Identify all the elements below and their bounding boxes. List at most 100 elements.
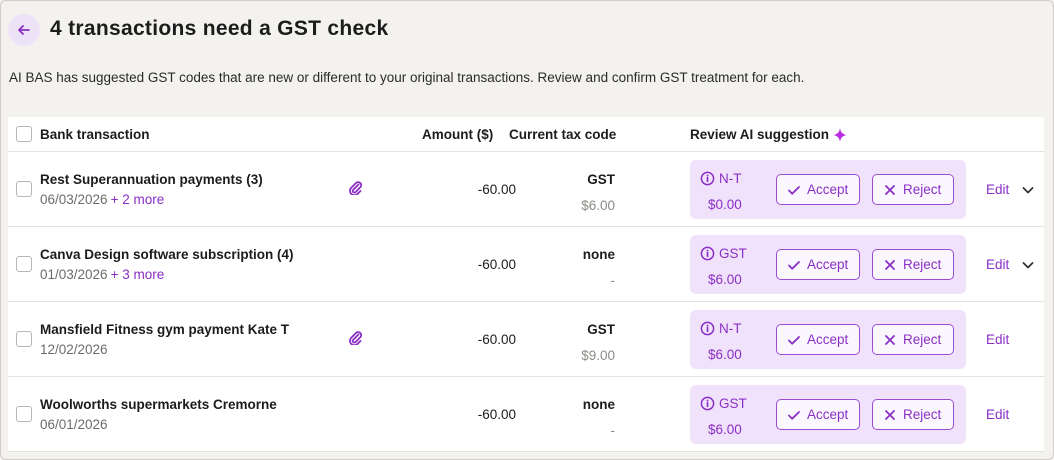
ai-suggested-amount: $6.00 (708, 422, 742, 437)
arrow-left-icon (18, 25, 30, 35)
accept-button[interactable]: Accept (776, 324, 860, 355)
chevron-down-icon[interactable] (1021, 183, 1035, 197)
page-subtitle: AI BAS has suggested GST codes that are … (9, 70, 805, 85)
check-icon (788, 185, 800, 195)
ai-suggestion-panel: N-T $0.00 Accept Reject (690, 160, 966, 219)
transaction-name: Mansfield Fitness gym payment Kate T (40, 322, 290, 337)
ai-suggested-amount: $6.00 (708, 272, 742, 287)
ai-suggestion-panel: GST $6.00 Accept Reject (690, 385, 966, 444)
chevron-down-icon[interactable] (1021, 258, 1035, 272)
transaction-amount: -60.00 (477, 332, 516, 347)
edit-link[interactable]: Edit (986, 182, 1009, 197)
check-icon (788, 410, 800, 420)
reject-button[interactable]: Reject (872, 324, 954, 355)
ai-suggested-code: N-T (700, 171, 742, 186)
ai-suggestion-panel: GST $6.00 Accept Reject (690, 235, 966, 294)
ai-code-label: GST (719, 396, 747, 411)
check-icon (788, 260, 800, 270)
table-row: Canva Design software subscription (4) 01… (8, 227, 1044, 302)
edit-link[interactable]: Edit (986, 332, 1009, 347)
table-header: Bank transaction Amount ($) Current tax … (8, 117, 1044, 152)
current-tax-code: GST (587, 172, 615, 187)
current-tax-code: GST (587, 322, 615, 337)
transaction-date-line: 12/02/2026 (40, 342, 108, 357)
current-tax-code: none (582, 397, 615, 412)
reject-label: Reject (903, 257, 942, 272)
reject-button[interactable]: Reject (872, 399, 954, 430)
transaction-date: 06/03/2026 (40, 192, 108, 207)
current-tax-code: none (582, 247, 615, 262)
table-row: Woolworths supermarkets Cremorne 06/01/20… (8, 377, 1044, 452)
ai-suggestion-panel: N-T $6.00 Accept Reject (690, 310, 966, 369)
x-icon (885, 334, 895, 345)
reject-label: Reject (903, 407, 942, 422)
accept-label: Accept (807, 182, 849, 197)
transaction-amount: -60.00 (477, 407, 516, 422)
ai-code-label: GST (719, 246, 747, 261)
current-tax-amount: $6.00 (581, 198, 615, 213)
accept-button[interactable]: Accept (776, 174, 860, 205)
reject-label: Reject (903, 332, 942, 347)
table-row: Rest Superannuation payments (3) 06/03/20… (8, 152, 1044, 227)
more-transactions-link[interactable]: + 2 more (111, 192, 165, 207)
ai-suggested-amount: $6.00 (708, 347, 742, 362)
accept-label: Accept (807, 332, 849, 347)
current-tax-amount: - (610, 273, 616, 288)
transaction-date-line: 06/01/2026 (40, 417, 108, 432)
info-circle-icon (700, 171, 715, 186)
reject-button[interactable]: Reject (872, 174, 954, 205)
transaction-name: Rest Superannuation payments (3) (40, 172, 263, 187)
check-icon (788, 335, 800, 345)
attachment[interactable] (348, 329, 363, 350)
transaction-date-line: 01/03/2026 + 3 more (40, 267, 164, 282)
paperclip-icon (349, 181, 363, 197)
x-icon (885, 409, 895, 420)
more-transactions-link[interactable]: + 3 more (111, 267, 165, 282)
current-tax-amount: $9.00 (581, 348, 615, 363)
page-title: 4 transactions need a GST check (50, 17, 389, 40)
transaction-amount: -60.00 (477, 182, 516, 197)
info-circle-icon (700, 396, 715, 411)
reject-button[interactable]: Reject (872, 249, 954, 280)
transaction-date: 06/01/2026 (40, 417, 108, 432)
row-checkbox[interactable] (16, 181, 32, 197)
attachment[interactable] (348, 179, 363, 200)
expand-row-toggle[interactable] (1021, 183, 1035, 202)
expand-row-toggle[interactable] (1021, 258, 1035, 277)
transaction-amount: -60.00 (477, 257, 516, 272)
ai-suggested-code: GST (700, 246, 747, 261)
col-amount: Amount ($) (422, 127, 494, 142)
ai-code-label: N-T (719, 321, 742, 336)
accept-label: Accept (807, 257, 849, 272)
sparkle-icon (833, 128, 847, 142)
transaction-date: 12/02/2026 (40, 342, 108, 357)
paperclip-icon (349, 331, 363, 347)
edit-link[interactable]: Edit (986, 257, 1009, 272)
x-icon (885, 184, 895, 195)
select-all-checkbox[interactable] (16, 126, 32, 142)
accept-button[interactable]: Accept (776, 399, 860, 430)
reject-label: Reject (903, 182, 942, 197)
row-checkbox[interactable] (16, 256, 32, 272)
row-checkbox[interactable] (16, 331, 32, 347)
ai-code-label: N-T (719, 171, 742, 186)
transaction-name: Woolworths supermarkets Cremorne (40, 397, 277, 412)
ai-suggested-code: N-T (700, 321, 742, 336)
edit-link[interactable]: Edit (986, 407, 1009, 422)
transaction-name: Canva Design software subscription (4) (40, 247, 294, 262)
transaction-date: 01/03/2026 (40, 267, 108, 282)
info-circle-icon (700, 321, 715, 336)
col-bank-transaction: Bank transaction (40, 127, 150, 142)
col-review-ai: Review AI suggestion (690, 127, 830, 142)
transaction-date-line: 06/03/2026 + 2 more (40, 192, 164, 207)
info-circle-icon (700, 246, 715, 261)
current-tax-amount: - (610, 423, 616, 438)
back-button[interactable] (8, 14, 40, 46)
x-icon (885, 259, 895, 270)
col-current-tax-code: Current tax code (509, 127, 617, 142)
ai-suggested-amount: $0.00 (708, 197, 742, 212)
row-checkbox[interactable] (16, 406, 32, 422)
transactions-table: Bank transaction Amount ($) Current tax … (8, 117, 1044, 452)
accept-button[interactable]: Accept (776, 249, 860, 280)
ai-suggested-code: GST (700, 396, 747, 411)
